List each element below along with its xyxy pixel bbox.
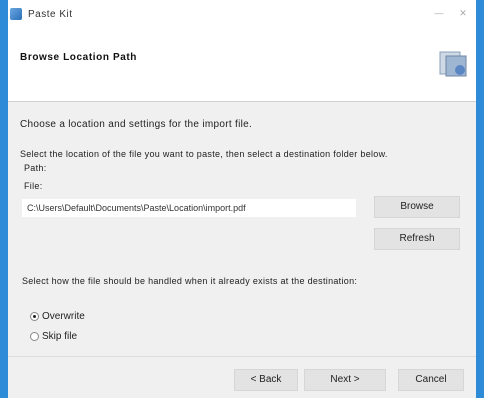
description-text: Select the location of the file you want… [20,149,388,159]
next-button[interactable]: Next > [304,369,386,391]
wizard-header: Browse Location Path [8,28,476,102]
wizard-content: Choose a location and settings for the i… [8,103,476,398]
title-bar: Paste Kit — ✕ [8,0,476,28]
option-overwrite-label: Overwrite [42,311,85,322]
minimize-button[interactable]: — [434,8,444,18]
refresh-button[interactable]: Refresh [374,228,460,250]
option-skip-label: Skip file [42,331,78,342]
option-prompt: Select how the file should be handled wh… [22,276,358,286]
footer-divider [8,356,476,357]
instruction-text: Choose a location and settings for the i… [20,119,253,130]
cancel-button[interactable]: Cancel [398,369,464,391]
app-icon [10,8,22,20]
option-skip[interactable]: Skip file [30,331,77,342]
wizard-icon [439,51,467,77]
path-label: File: [24,181,43,191]
option-overwrite[interactable]: Overwrite [30,311,85,322]
window-title: Paste Kit [28,8,73,20]
page-title: Browse Location Path [20,52,138,63]
wizard-window: Paste Kit — ✕ Browse Location Path Choos… [0,0,484,398]
description-path-text: Path: [24,163,47,173]
window-controls: — ✕ [434,8,468,18]
close-button[interactable]: ✕ [458,8,468,18]
back-button[interactable]: < Back [234,369,298,391]
radio-overwrite[interactable] [30,312,39,321]
path-input[interactable] [22,199,356,217]
radio-skip[interactable] [30,332,39,341]
browse-button[interactable]: Browse [374,196,460,218]
